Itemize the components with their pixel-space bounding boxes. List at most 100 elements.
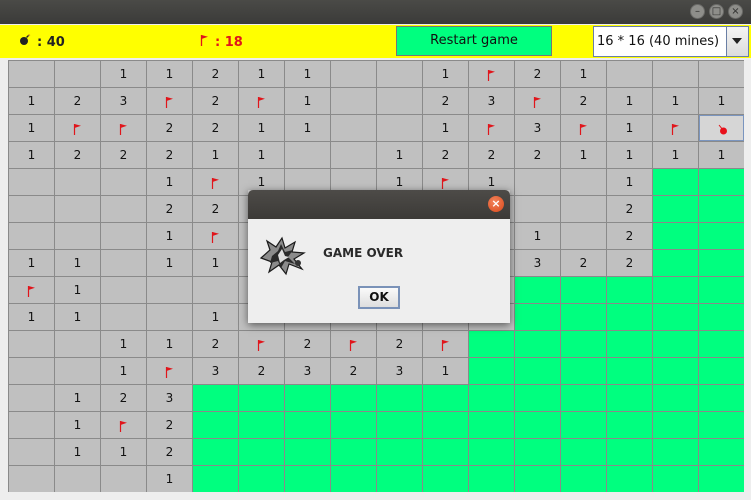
cell-number[interactable]: 3 bbox=[147, 385, 192, 411]
cell-flagged[interactable] bbox=[147, 358, 192, 384]
cell-unrevealed[interactable] bbox=[699, 466, 744, 492]
cell-unrevealed[interactable] bbox=[469, 439, 514, 465]
cell-number[interactable]: 1 bbox=[561, 61, 606, 87]
cell-number[interactable]: 2 bbox=[147, 412, 192, 438]
cell-number[interactable]: 2 bbox=[147, 115, 192, 141]
cell-flagged[interactable] bbox=[193, 223, 238, 249]
cell-number[interactable]: 1 bbox=[653, 88, 698, 114]
cell-unrevealed[interactable] bbox=[469, 358, 514, 384]
cell-unrevealed[interactable] bbox=[607, 331, 652, 357]
cell-number[interactable]: 1 bbox=[9, 304, 54, 330]
cell-number[interactable]: 3 bbox=[285, 358, 330, 384]
cell-unrevealed[interactable] bbox=[469, 412, 514, 438]
cell-unrevealed[interactable] bbox=[423, 412, 468, 438]
cell-unrevealed[interactable] bbox=[607, 466, 652, 492]
cell-number[interactable]: 1 bbox=[285, 88, 330, 114]
cell-unrevealed[interactable] bbox=[607, 358, 652, 384]
maximize-button[interactable]: □ bbox=[709, 4, 724, 19]
cell-number[interactable]: 1 bbox=[147, 331, 192, 357]
cell-unrevealed[interactable] bbox=[561, 358, 606, 384]
cell-empty[interactable] bbox=[9, 331, 54, 357]
cell-number[interactable]: 2 bbox=[193, 88, 238, 114]
cell-empty[interactable] bbox=[699, 61, 744, 87]
cell-unrevealed[interactable] bbox=[607, 439, 652, 465]
cell-unrevealed[interactable] bbox=[699, 304, 744, 330]
cell-number[interactable]: 2 bbox=[239, 358, 284, 384]
cell-number[interactable]: 2 bbox=[101, 385, 146, 411]
cell-empty[interactable] bbox=[147, 304, 192, 330]
cell-number[interactable]: 2 bbox=[193, 331, 238, 357]
cell-empty[interactable] bbox=[377, 88, 422, 114]
cell-unrevealed[interactable] bbox=[239, 466, 284, 492]
cell-empty[interactable] bbox=[9, 61, 54, 87]
cell-unrevealed[interactable] bbox=[699, 223, 744, 249]
cell-number[interactable]: 2 bbox=[423, 88, 468, 114]
cell-number[interactable]: 2 bbox=[147, 142, 192, 168]
cell-number[interactable]: 1 bbox=[285, 115, 330, 141]
cell-number[interactable]: 1 bbox=[55, 439, 100, 465]
cell-empty[interactable] bbox=[331, 115, 376, 141]
cell-number[interactable]: 1 bbox=[9, 88, 54, 114]
cell-flagged[interactable] bbox=[9, 277, 54, 303]
cell-empty[interactable] bbox=[9, 466, 54, 492]
cell-empty[interactable] bbox=[101, 250, 146, 276]
cell-number[interactable]: 1 bbox=[239, 115, 284, 141]
cell-number[interactable]: 1 bbox=[101, 439, 146, 465]
cell-unrevealed[interactable] bbox=[515, 412, 560, 438]
cell-number[interactable]: 2 bbox=[285, 331, 330, 357]
cell-unrevealed[interactable] bbox=[653, 358, 698, 384]
cell-flagged[interactable] bbox=[55, 115, 100, 141]
cell-unrevealed[interactable] bbox=[469, 466, 514, 492]
cell-empty[interactable] bbox=[55, 61, 100, 87]
cell-number[interactable]: 2 bbox=[331, 358, 376, 384]
cell-empty[interactable] bbox=[101, 196, 146, 222]
cell-number[interactable]: 3 bbox=[377, 358, 422, 384]
cell-unrevealed[interactable] bbox=[239, 439, 284, 465]
cell-number[interactable]: 1 bbox=[147, 250, 192, 276]
cell-flagged[interactable] bbox=[239, 331, 284, 357]
cell-unrevealed[interactable] bbox=[331, 466, 376, 492]
cell-unrevealed[interactable] bbox=[653, 385, 698, 411]
cell-number[interactable]: 2 bbox=[561, 250, 606, 276]
cell-number[interactable]: 2 bbox=[377, 331, 422, 357]
cell-number[interactable]: 1 bbox=[55, 250, 100, 276]
cell-number[interactable]: 1 bbox=[285, 61, 330, 87]
cell-unrevealed[interactable] bbox=[331, 412, 376, 438]
cell-number[interactable]: 2 bbox=[607, 250, 652, 276]
cell-unrevealed[interactable] bbox=[193, 439, 238, 465]
cell-empty[interactable] bbox=[55, 331, 100, 357]
cell-number[interactable]: 3 bbox=[515, 115, 560, 141]
cell-unrevealed[interactable] bbox=[561, 412, 606, 438]
cell-number[interactable]: 1 bbox=[607, 88, 652, 114]
cell-empty[interactable] bbox=[55, 196, 100, 222]
cell-number[interactable]: 2 bbox=[469, 142, 514, 168]
cell-unrevealed[interactable] bbox=[699, 196, 744, 222]
cell-empty[interactable] bbox=[193, 277, 238, 303]
cell-number[interactable]: 1 bbox=[423, 115, 468, 141]
cell-unrevealed[interactable] bbox=[699, 358, 744, 384]
cell-number[interactable]: 2 bbox=[101, 142, 146, 168]
cell-number[interactable]: 1 bbox=[101, 331, 146, 357]
cell-flagged[interactable] bbox=[101, 412, 146, 438]
cell-unrevealed[interactable] bbox=[515, 331, 560, 357]
cell-number[interactable]: 1 bbox=[239, 61, 284, 87]
cell-unrevealed[interactable] bbox=[331, 439, 376, 465]
cell-number[interactable]: 2 bbox=[55, 88, 100, 114]
cell-unrevealed[interactable] bbox=[515, 439, 560, 465]
cell-number[interactable]: 1 bbox=[9, 250, 54, 276]
cell-number[interactable]: 3 bbox=[101, 88, 146, 114]
cell-unrevealed[interactable] bbox=[699, 439, 744, 465]
cell-flagged[interactable] bbox=[469, 115, 514, 141]
cell-unrevealed[interactable] bbox=[653, 412, 698, 438]
cell-unrevealed[interactable] bbox=[285, 385, 330, 411]
cell-number[interactable]: 1 bbox=[607, 169, 652, 195]
cell-number[interactable]: 2 bbox=[607, 223, 652, 249]
cell-flagged[interactable] bbox=[193, 169, 238, 195]
cell-empty[interactable] bbox=[9, 439, 54, 465]
cell-empty[interactable] bbox=[331, 88, 376, 114]
cell-flagged[interactable] bbox=[101, 115, 146, 141]
cell-empty[interactable] bbox=[653, 61, 698, 87]
cell-number[interactable]: 2 bbox=[193, 115, 238, 141]
cell-unrevealed[interactable] bbox=[561, 439, 606, 465]
cell-unrevealed[interactable] bbox=[285, 439, 330, 465]
